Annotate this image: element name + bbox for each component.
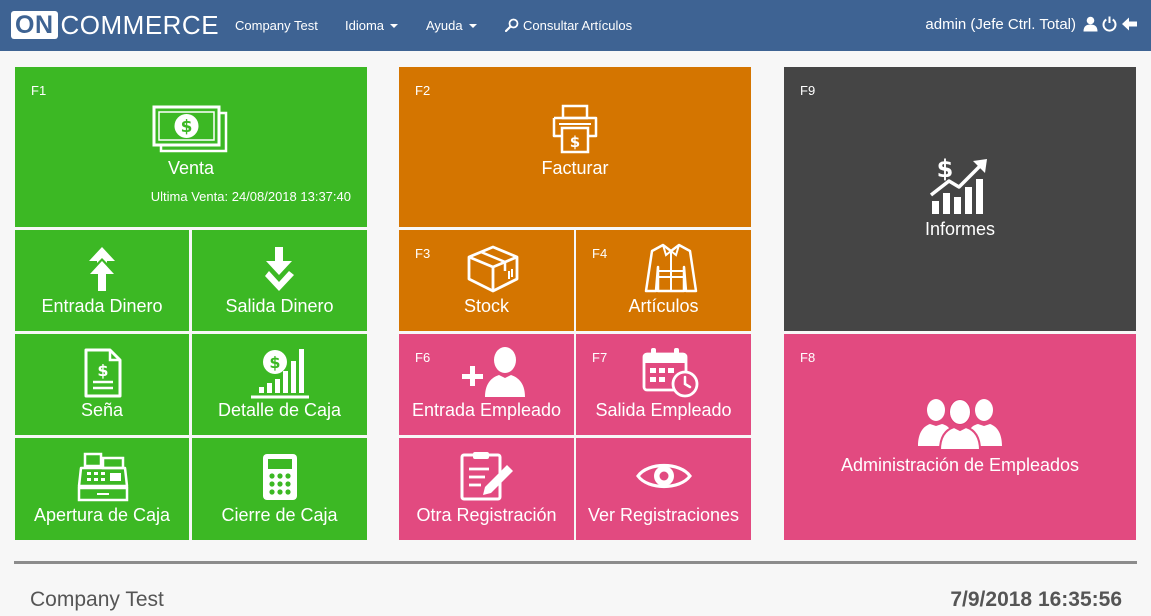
tile-sena[interactable]: $ Seña xyxy=(15,334,189,435)
logout-arrow-icon[interactable] xyxy=(1121,16,1138,32)
caret-down-icon xyxy=(390,24,399,28)
calendar-clock-icon xyxy=(642,348,699,398)
tile-otra-registracion[interactable]: Otra Registración xyxy=(399,438,574,540)
footer-datetime: 7/9/2018 16:35:56 xyxy=(950,588,1122,611)
tile-ver-registraciones[interactable]: Ver Registraciones xyxy=(576,438,751,540)
tile-label: Salida Empleado xyxy=(595,400,732,420)
tile-label: Ver Registraciones xyxy=(587,505,740,525)
tile-label: Salida Dinero xyxy=(225,296,334,316)
nav-language-dropdown[interactable]: Idioma xyxy=(345,18,399,33)
fkey-label: F7 xyxy=(592,350,608,365)
tile-label: Entrada Dinero xyxy=(41,296,163,316)
app-logo[interactable]: ON COMMERCE xyxy=(11,10,219,40)
fkey-label: F9 xyxy=(800,83,816,98)
nav-help-dropdown[interactable]: Ayuda xyxy=(426,18,477,33)
svg-text:$: $ xyxy=(181,117,193,137)
svg-text:$: $ xyxy=(269,353,280,372)
box-icon xyxy=(467,245,519,293)
top-navbar: ON COMMERCE Company Test Idioma Ayuda Co… xyxy=(0,0,1151,51)
add-user-icon xyxy=(462,347,525,397)
tile-label: Entrada Empleado xyxy=(411,400,562,420)
tile-label: Artículos xyxy=(628,296,699,316)
tile-facturar[interactable]: F2 $ Facturar xyxy=(399,67,751,227)
fkey-label: F8 xyxy=(800,350,816,365)
cash-register-icon xyxy=(77,452,129,502)
tile-label: Venta xyxy=(167,158,215,178)
tile-articulos[interactable]: F4 Artículos xyxy=(576,230,751,331)
logo-rest: COMMERCE xyxy=(60,9,220,40)
svg-text:$: $ xyxy=(937,155,954,183)
tile-stock[interactable]: F3 Stock xyxy=(399,230,574,331)
tile-label: Seña xyxy=(80,400,124,420)
calculator-icon xyxy=(263,454,297,500)
tile-apertura-caja[interactable]: Apertura de Caja xyxy=(15,438,189,540)
tile-venta[interactable]: F1 $ Venta Ultima Venta: 24/08/2018 13:3… xyxy=(15,67,367,227)
jacket-icon xyxy=(644,243,698,293)
svg-text:$: $ xyxy=(97,361,108,380)
tile-label: Informes xyxy=(924,219,996,239)
money-chart-icon: $ xyxy=(251,349,309,399)
fkey-label: F4 xyxy=(592,246,608,261)
nav-company[interactable]: Company Test xyxy=(235,18,318,33)
footer-company: Company Test xyxy=(30,588,164,611)
receipt-icon: $ xyxy=(84,348,122,398)
tile-label: Cierre de Caja xyxy=(221,505,338,525)
user-icon[interactable] xyxy=(1083,16,1098,32)
svg-text:$: $ xyxy=(570,133,580,151)
nav-help-label: Ayuda xyxy=(426,18,463,33)
caret-down-icon xyxy=(468,24,477,28)
double-down-arrow-icon xyxy=(265,247,294,291)
nav-search-label: Consultar Artículos xyxy=(523,18,633,33)
tile-label: Apertura de Caja xyxy=(33,505,171,525)
nav-search-articles[interactable]: Consultar Artículos xyxy=(504,18,633,33)
user-label[interactable]: admin (Jefe Ctrl. Total) xyxy=(925,16,1076,33)
cash-icon: $ xyxy=(152,105,228,153)
fkey-label: F1 xyxy=(31,83,47,98)
tile-label: Facturar xyxy=(541,158,609,178)
eye-icon xyxy=(636,464,692,488)
nav-language-label: Idioma xyxy=(345,18,385,33)
tile-label: Otra Registración xyxy=(416,505,557,525)
logo-on: ON xyxy=(11,11,58,39)
search-icon xyxy=(504,18,519,33)
tile-salida-empleado[interactable]: F7 Salida Empleado xyxy=(576,334,751,435)
footer-divider xyxy=(14,561,1137,564)
tile-label: Stock xyxy=(463,296,510,316)
printer-icon: $ xyxy=(552,104,598,154)
double-up-arrow-icon xyxy=(89,247,115,291)
tile-informes[interactable]: F9 $ Informes xyxy=(784,67,1136,331)
tile-detalle-caja[interactable]: $ Detalle de Caja xyxy=(192,334,367,435)
fkey-label: F6 xyxy=(415,350,431,365)
power-icon[interactable] xyxy=(1102,16,1117,32)
tile-entrada-empleado[interactable]: F6 Entrada Empleado xyxy=(399,334,574,435)
tile-admin-empleados[interactable]: F8 Administración de Empleados xyxy=(784,334,1136,540)
last-sale-text: Ultima Venta: 24/08/2018 13:37:40 xyxy=(150,189,351,204)
tile-salida-dinero[interactable]: Salida Dinero xyxy=(192,230,367,331)
fkey-label: F2 xyxy=(415,83,431,98)
tile-entrada-dinero[interactable]: Entrada Dinero xyxy=(15,230,189,331)
fkey-label: F3 xyxy=(415,246,431,261)
growth-chart-icon: $ xyxy=(929,155,987,214)
tile-label: Administración de Empleados xyxy=(840,455,1080,475)
users-group-icon xyxy=(918,399,1002,450)
tile-label: Detalle de Caja xyxy=(217,400,342,420)
edit-document-icon xyxy=(460,452,513,501)
tile-cierre-caja[interactable]: Cierre de Caja xyxy=(192,438,367,540)
